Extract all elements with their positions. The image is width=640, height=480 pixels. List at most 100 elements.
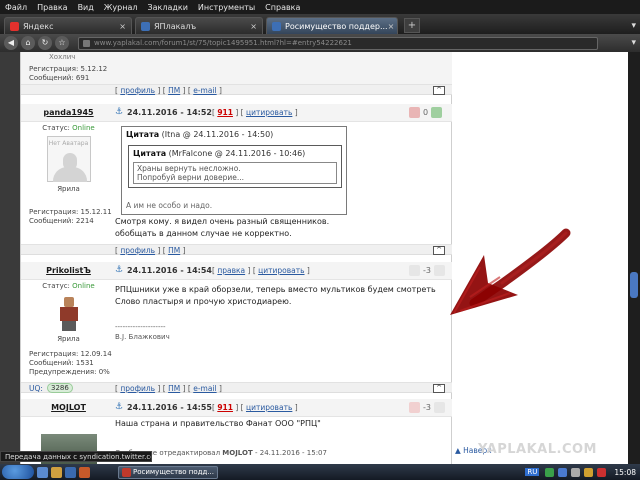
post-author[interactable]: MOJLOT <box>21 403 116 412</box>
language-indicator[interactable]: RU <box>525 468 540 476</box>
tray-network-icon[interactable] <box>545 467 555 477</box>
tab-label: ЯПлакалъ <box>154 21 197 31</box>
user-info: Статус: Online Нет Аватара Ярила Регистр… <box>21 124 116 226</box>
menu-bar: Файл Правка Вид Журнал Закладки Инструме… <box>0 0 640 14</box>
post-date: 24.11.2016 - 14:55 <box>127 403 212 412</box>
outer-quote: Цитата (Itna @ 24.11.2016 - 14:50) Цитат… <box>121 126 347 215</box>
pm-link[interactable]: ПМ <box>168 246 180 255</box>
menu-bookmarks[interactable]: Закладки <box>142 3 192 12</box>
quote-tail: А им не особо и надо. <box>126 201 213 210</box>
pm-link[interactable]: ПМ <box>168 384 180 393</box>
menu-view[interactable]: Вид <box>73 3 99 12</box>
quote-link[interactable]: цитировать <box>258 266 304 275</box>
post-date: 24.11.2016 - 14:52 <box>127 108 212 117</box>
warnings: Предупреждения: 0% <box>29 368 110 376</box>
yaplakal-favicon-icon <box>272 21 281 31</box>
menu-help[interactable]: Справка <box>260 3 305 12</box>
taskbar-window-browser[interactable]: Росимущество подд... <box>118 465 218 479</box>
post-count-link[interactable]: 911 <box>217 108 233 117</box>
reg-date: Регистрация: 12.09.14 <box>29 350 112 358</box>
menu-file[interactable]: Файл <box>0 3 32 12</box>
post-text: РПЦшники уже в край оборзели, теперь вме… <box>115 285 436 306</box>
reg-date: Регистрация: 15.12.11 <box>29 208 112 216</box>
quicklaunch-media-icon[interactable] <box>79 466 90 478</box>
address-bar[interactable]: www.yaplakal.com/forum1/st/75/topic14959… <box>78 36 598 50</box>
scrollbar[interactable] <box>628 52 640 464</box>
post-count-link[interactable]: 911 <box>217 403 233 412</box>
yandex-favicon-icon <box>10 21 19 31</box>
signature: -------------------- В.J. Блажкович <box>115 323 170 341</box>
page-info-icon <box>83 39 90 47</box>
profile-link[interactable]: профиль <box>120 246 155 255</box>
quicklaunch-ie-icon[interactable] <box>37 466 48 478</box>
menu-history[interactable]: Журнал <box>99 3 143 12</box>
edit-link[interactable]: правка <box>217 266 245 275</box>
rate-down-icon[interactable] <box>409 402 420 413</box>
home-icon[interactable]: ⌂ <box>21 36 35 50</box>
post-anchor-icon[interactable]: ⚓ <box>115 265 123 275</box>
post-anchor-icon[interactable]: ⚓ <box>115 107 123 117</box>
post-author[interactable]: panda1945 <box>21 108 116 117</box>
reload-icon[interactable]: ↻ <box>38 36 52 50</box>
post-text: Смотря кому. я видел очень разный священ… <box>115 217 330 238</box>
scroll-up-button[interactable]: ^ <box>433 86 445 95</box>
tray-security-icon[interactable] <box>597 467 607 477</box>
yaplakal-favicon-icon <box>141 21 150 31</box>
user-status: Статус: Online <box>42 282 95 290</box>
back-arrow-icon[interactable]: ◀ <box>4 36 18 50</box>
user-rank: Ярила <box>57 335 80 343</box>
post-anchor-icon[interactable]: ⚓ <box>115 402 123 412</box>
message-count: Сообщений: 1531 <box>29 359 94 367</box>
rate-down-icon[interactable] <box>409 265 420 276</box>
profile-link[interactable]: профиль <box>120 86 155 95</box>
uq-label: UQ: <box>29 384 43 393</box>
forum-page: Хохлич Регистрация: 5.12.12 Сообщений: 6… <box>20 52 453 464</box>
menu-tools[interactable]: Инструменты <box>193 3 260 12</box>
quicklaunch-folder-icon[interactable] <box>51 466 62 478</box>
email-link[interactable]: e-mail <box>193 86 216 95</box>
star-icon[interactable]: ☆ <box>55 36 69 50</box>
new-tab-button[interactable]: + <box>404 18 420 33</box>
navigation-bar: ◀ ⌂ ↻ ☆ www.yaplakal.com/forum1/st/75/to… <box>0 34 640 52</box>
post-author[interactable]: PrikolistЪ <box>21 266 116 275</box>
uq-badge: 3286 <box>47 383 73 393</box>
previous-post-stats: Регистрация: 5.12.12 Сообщений: 691 <box>29 65 107 83</box>
tray-bluetooth-icon[interactable] <box>558 467 568 477</box>
post-rating: 0 <box>406 107 445 118</box>
quote-link[interactable]: цитировать <box>246 403 292 412</box>
tab-rosimushchestvo[interactable]: Росимущество поддер... × <box>266 17 398 34</box>
scrollbar-thumb[interactable] <box>630 272 638 298</box>
tab-list-chevron-icon[interactable]: ▾ <box>631 21 636 31</box>
menu-chevron-icon[interactable]: ▾ <box>631 38 636 48</box>
pm-link[interactable]: ПМ <box>168 86 180 95</box>
rate-up-icon[interactable] <box>433 402 445 413</box>
tray-power-icon[interactable] <box>584 467 594 477</box>
post-footer: [ профиль ] [ ПМ ] [ e-mail ] ^ <box>21 84 453 95</box>
user-info: Статус: Online Ярила Регистрация: 12.09.… <box>21 282 116 377</box>
task-label: Росимущество подд... <box>133 467 214 476</box>
rate-down-icon[interactable] <box>409 107 420 118</box>
status-bar: Передача данных с syndication.twitter.co… <box>0 451 152 462</box>
scroll-up-button[interactable]: ^ <box>433 384 445 393</box>
post-footer: UQ: 3286 [ профиль ] [ ПМ ] [ e-mail ] ^ <box>21 382 453 393</box>
tray-volume-icon[interactable] <box>571 467 581 477</box>
tab-close-icon[interactable]: × <box>388 22 395 31</box>
post-header: MOJLOT ⚓ 24.11.2016 - 14:55 [ 911 ] [ ци… <box>21 399 453 417</box>
tab-yaplakal[interactable]: ЯПлакалъ × <box>135 17 263 34</box>
rate-up-icon[interactable] <box>431 107 443 118</box>
tab-close-icon[interactable]: × <box>119 22 126 31</box>
post-tools: [ 911 ] [ цитировать ] <box>212 403 298 412</box>
email-link[interactable]: e-mail <box>193 384 216 393</box>
menu-edit[interactable]: Правка <box>32 3 72 12</box>
system-tray: RU 15:08 <box>521 465 640 479</box>
quicklaunch-desktop-icon[interactable] <box>65 466 76 478</box>
post-tools: [ правка ] [ цитировать ] <box>212 266 310 275</box>
tab-close-icon[interactable]: × <box>250 22 257 31</box>
windows-taskbar: Росимущество подд... RU 15:08 <box>0 464 640 480</box>
post-footer-links: [ профиль ] [ ПМ ] <box>115 246 186 255</box>
profile-link[interactable]: профиль <box>120 384 155 393</box>
quote-link[interactable]: цитировать <box>246 108 292 117</box>
start-button[interactable] <box>2 465 34 479</box>
tab-yandex[interactable]: Яндекс × <box>4 17 132 34</box>
post-footer: [ профиль ] [ ПМ ] ^ <box>21 244 453 255</box>
